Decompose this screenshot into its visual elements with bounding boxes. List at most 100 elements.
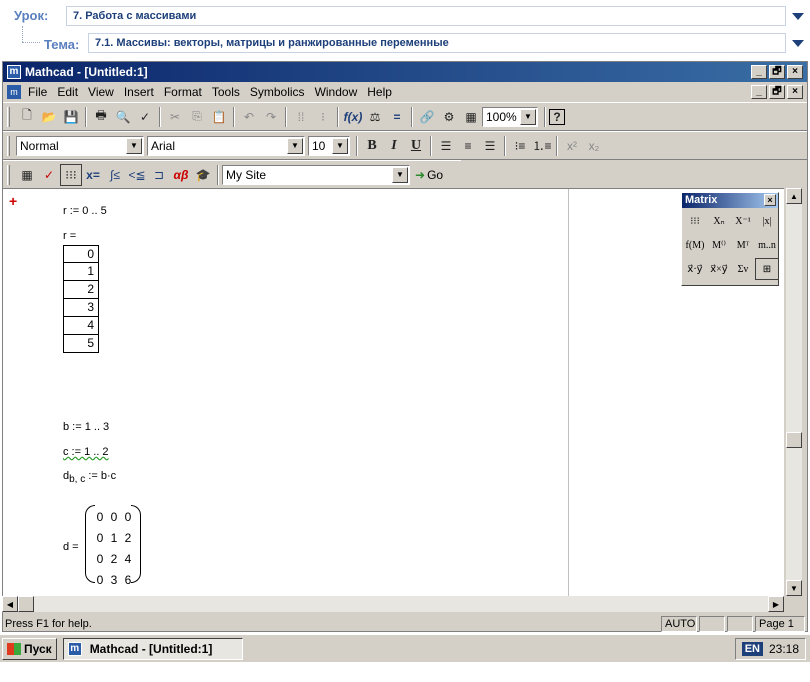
clock[interactable]: 23:18 [769,642,799,656]
menu-window[interactable]: Window [310,85,363,99]
copy-icon[interactable]: ⎘ [186,106,208,128]
vertical-scrollbar[interactable]: ▲ ▼ [786,188,802,596]
boolean-palette-icon[interactable]: <≦ [126,164,148,186]
numbering-icon[interactable]: ⒈≡ [531,135,553,157]
zoom-dropdown-icon[interactable]: ▼ [520,108,536,125]
insert-function-icon[interactable]: f(x) [342,106,364,128]
matrix-palette-icon[interactable]: ⁝⁝⁝ [60,163,82,186]
undo-icon[interactable]: ↶ [238,106,260,128]
horizontal-scroll-thumb[interactable] [18,596,34,612]
greek-palette-icon[interactable]: αβ [170,164,192,186]
font-select[interactable]: Arial ▼ [147,135,305,156]
determinant-icon[interactable]: |x| [755,210,779,232]
insert-unit-icon[interactable]: ⚖ [364,106,386,128]
doc-restore-button[interactable]: 🗗 [769,85,785,99]
align-center-icon[interactable]: ≡ [457,135,479,157]
programming-palette-icon[interactable]: ⊐ [148,164,170,186]
language-indicator[interactable]: EN [741,642,763,656]
menu-file[interactable]: File [23,85,52,99]
picture-icon[interactable]: ⊞ [755,258,779,280]
range-variable-icon[interactable]: m..n [755,234,779,256]
scroll-right-icon[interactable]: ▶ [768,596,784,612]
matrix-evaluation-d[interactable]: d = [63,541,79,553]
lesson-dropdown-icon[interactable] [792,13,804,20]
range-definition-r[interactable]: r := 0 .. 5 [63,205,107,217]
bold-button[interactable]: B [361,135,383,157]
transpose-icon[interactable]: Mᵀ [731,234,755,256]
cross-product-icon[interactable]: x⃗×y⃗ [707,258,731,280]
doc-close-button[interactable]: × [787,85,803,99]
print-preview-icon[interactable]: 🔍 [112,106,134,128]
subscript-index-icon[interactable]: Xₙ [707,210,731,232]
d-output-matrix[interactable]: 0 0 0 0 1 2 0 2 4 0 3 6 [85,505,141,587]
dot-product-icon[interactable]: x⃗·y⃗ [683,258,707,280]
palette-title-bar[interactable]: Matrix × [682,193,778,208]
style-dropdown-icon[interactable]: ▼ [126,137,142,154]
align-down-icon[interactable]: ⁝ [312,106,334,128]
italic-button[interactable]: I [383,135,405,157]
save-icon[interactable]: 💾 [60,106,82,128]
size-dropdown-icon[interactable]: ▼ [332,137,348,154]
menu-insert[interactable]: Insert [119,85,159,99]
matrix-palette[interactable]: Matrix × ⁝⁝⁝ Xₙ X⁻¹ |x| f(M) M⁽⁾ Mᵀ m..n… [681,192,779,286]
cut-icon[interactable]: ✂ [164,106,186,128]
range-definition-b[interactable]: b := 1 .. 3 [63,421,109,433]
underline-button[interactable]: U [405,135,427,157]
toolbar-grip[interactable] [7,135,10,156]
scroll-down-icon[interactable]: ▼ [786,580,802,596]
range-evaluation-r[interactable]: r = [63,230,76,242]
go-button[interactable]: ➜ Go [415,168,443,182]
insert-component-icon[interactable]: ⚙ [438,106,460,128]
vertical-scroll-thumb[interactable] [786,432,802,448]
resource-center-icon[interactable]: ▦ [460,106,482,128]
vectorize-icon[interactable]: f(M) [683,234,707,256]
print-icon[interactable]: 🖶 [90,106,112,128]
close-button[interactable]: × [787,65,803,79]
insert-hyperlink-icon[interactable]: 🔗 [416,106,438,128]
range-definition-c[interactable]: c := 1 .. 2 [63,446,109,458]
zoom-select[interactable]: 100% ▼ [482,106,538,127]
size-select[interactable]: 10 ▼ [308,135,350,156]
insert-matrix-icon[interactable]: ⁝⁝⁝ [683,210,707,232]
site-select[interactable]: My Site ▼ [222,164,410,185]
menu-tools[interactable]: Tools [207,85,245,99]
calculus-palette-icon[interactable]: ∫≤ [104,164,126,186]
spell-check-icon[interactable]: ✓ [134,106,156,128]
matrix-inverse-icon[interactable]: X⁻¹ [731,210,755,232]
new-icon[interactable]: 🗋 [16,106,38,128]
taskbar-item-mathcad[interactable]: m Mathcad - [Untitled:1] [62,637,243,660]
calculate-icon[interactable]: = [386,106,408,128]
help-icon[interactable]: ? [549,108,565,125]
horizontal-scrollbar[interactable]: ◀ ▶ [2,596,784,612]
symbolic-palette-icon[interactable]: 🎓 [192,164,214,186]
scroll-up-icon[interactable]: ▲ [786,188,802,204]
calculator-palette-icon[interactable]: ▦ [16,164,38,186]
align-left-icon[interactable]: ☰ [435,135,457,157]
lesson-select[interactable]: 7. Работа с массивами [66,6,786,26]
minimize-button[interactable]: _ [751,65,767,79]
graph-palette-icon[interactable]: ✓ [38,164,60,186]
bullets-icon[interactable]: ⁝≡ [509,135,531,157]
evaluation-palette-icon[interactable]: x= [82,164,104,186]
align-right-icon[interactable]: ☰ [479,135,501,157]
site-dropdown-icon[interactable]: ▼ [392,166,408,183]
toolbar-grip[interactable] [7,164,10,185]
menu-symbolics[interactable]: Symbolics [245,85,310,99]
worksheet[interactable]: + r := 0 .. 5 r = 0 1 2 3 4 5 b := 1 .. … [2,188,784,596]
redo-icon[interactable]: ↷ [260,106,282,128]
superscript-icon[interactable]: x² [561,135,583,157]
paste-icon[interactable]: 📋 [208,106,230,128]
matrix-column-icon[interactable]: M⁽⁾ [707,234,731,256]
style-select[interactable]: Normal ▼ [16,135,144,156]
topic-select[interactable]: 7.1. Массивы: векторы, матрицы и ранжиро… [88,33,786,53]
toolbar-grip[interactable] [7,106,10,127]
menu-format[interactable]: Format [159,85,207,99]
subscript-icon[interactable]: x₂ [583,135,605,157]
menu-help[interactable]: Help [362,85,397,99]
document-icon[interactable]: m [7,85,21,99]
r-output-table[interactable]: 0 1 2 3 4 5 [63,245,99,353]
font-dropdown-icon[interactable]: ▼ [287,137,303,154]
open-icon[interactable]: 📂 [38,106,60,128]
topic-dropdown-icon[interactable] [792,40,804,47]
vector-sum-icon[interactable]: Σv [731,258,755,280]
